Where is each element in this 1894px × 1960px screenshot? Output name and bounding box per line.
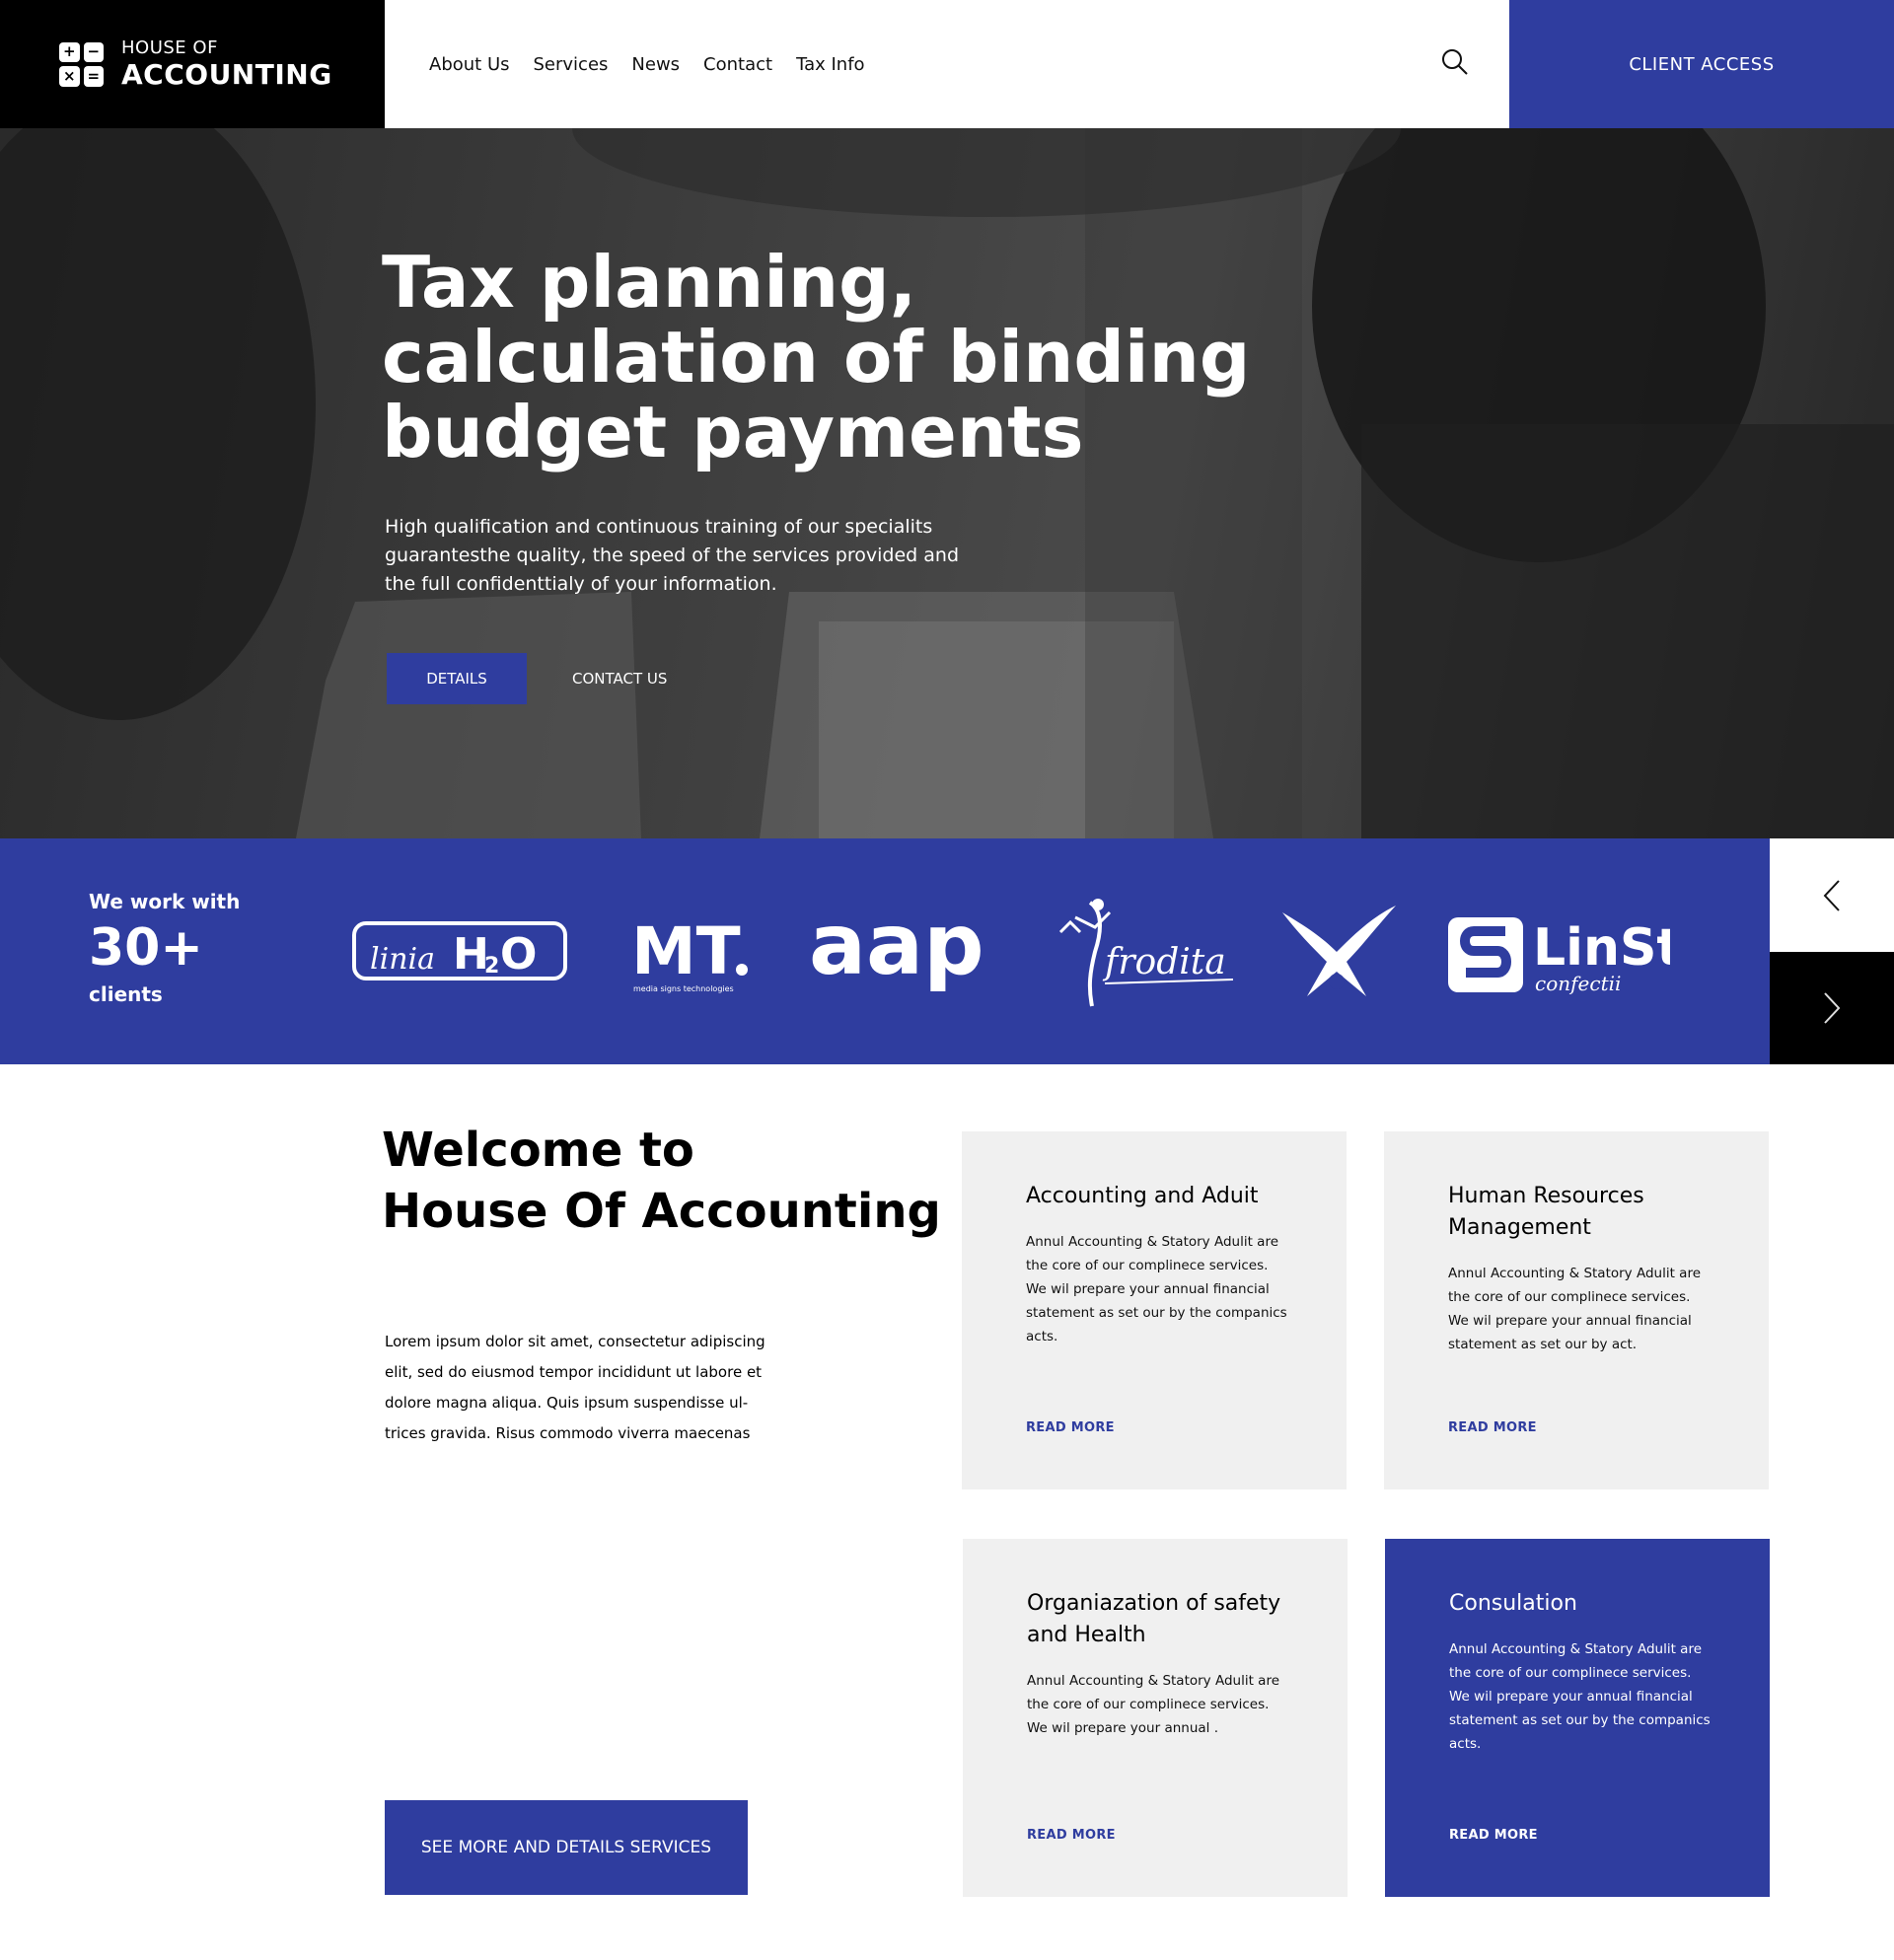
hero-title: Tax planning, calculation of binding bud… [382,241,1251,473]
nav-news[interactable]: News [631,54,680,75]
client-logo-aap: aap [809,896,1006,1002]
read-more-link[interactable]: READ MORE [1449,1828,1538,1843]
service-card-human-resources: Human Resources Management Annul Account… [1384,1131,1769,1489]
clients-count: 30+ [89,918,203,978]
service-card-title: Consulation [1449,1591,1577,1616]
service-card-title: Organiazation of safety and Health [1027,1591,1281,1647]
svg-text:confectii: confectii [1535,972,1621,995]
service-card-title: Accounting and Aduit [1026,1184,1259,1208]
client-logo-liniah2o: linia H 2 O [352,921,567,986]
read-more-link[interactable]: READ MORE [1026,1420,1115,1435]
clients-summary: We work with 30+ clients [89,890,240,1006]
calculator-icon: + − × = [59,41,104,87]
brand-name-bottom: ACCOUNTING [121,58,332,91]
hero-section: Tax planning, calculation of binding bud… [0,128,1894,838]
hero-title-line: budget payments [382,391,1084,473]
carousel-next-button[interactable] [1770,952,1894,1064]
brand-name: HOUSE OF ACCOUNTING [121,39,332,89]
brand-logo[interactable]: + − × = HOUSE OF ACCOUNTING [0,0,385,128]
service-card-title: Human Resources Management [1448,1184,1644,1240]
read-more-link[interactable]: READ MORE [1027,1828,1116,1843]
carousel-prev-button[interactable] [1770,838,1894,952]
welcome-title-line: House Of Accounting [382,1184,941,1239]
svg-text:linia: linia [370,942,435,977]
hero-title-line: Tax planning, [382,241,917,324]
search-icon [1442,49,1468,75]
welcome-title-line: Welcome to [382,1123,694,1178]
client-logo-mt: MT media signs technologies [631,912,755,1000]
chevron-right-icon [1824,992,1841,1024]
brand-name-top: HOUSE OF [121,37,218,58]
service-card-desc: Annul Accounting & Statory Adulit are th… [1026,1234,1287,1344]
nav-services[interactable]: Services [534,54,609,75]
welcome-text: Lorem ipsum dolor sit amet, consectetur … [385,1333,765,1442]
search-button[interactable] [1440,47,1470,77]
svg-text:O: O [500,929,537,980]
client-access-button[interactable]: CLIENT ACCESS [1509,0,1894,128]
nav-about-us[interactable]: About Us [429,54,510,75]
service-card-safety-health: Organiazation of safety and Health Annul… [963,1539,1348,1897]
clients-lead: We work with [89,890,241,913]
read-more-link[interactable]: READ MORE [1448,1420,1537,1435]
welcome-title: Welcome to House Of Accounting [382,1120,941,1242]
client-logo-bird [1277,898,1401,1010]
service-card-consultation: Consulation Annul Accounting & Statory A… [1385,1539,1770,1897]
svg-text:aap: aap [809,900,984,994]
svg-text:LinStil: LinStil [1533,918,1670,978]
nav-contact[interactable]: Contact [703,54,772,75]
hero-title-line: calculation of binding [382,316,1251,399]
client-logo-linstil: LinStil confectii [1448,909,1716,1002]
service-card-accounting: Accounting and Aduit Annul Accounting & … [962,1131,1347,1489]
see-more-services-button[interactable]: SEE MORE AND DETAILS SERVICES [385,1800,748,1895]
hero-subtitle: High qualification and continuous traini… [385,516,960,595]
hero-background-photo [0,128,1894,838]
service-card-desc: Annul Accounting & Statory Adulit are th… [1449,1641,1711,1752]
chevron-left-icon [1823,879,1840,911]
contact-us-button[interactable]: CONTACT US [572,653,667,704]
svg-text:media signs technologies: media signs technologies [633,984,734,993]
main-nav: About Us Services News Contact Tax Info [385,0,1509,128]
client-logo-afrodita: frodita [1051,893,1238,1020]
svg-text:2: 2 [484,954,499,979]
clients-tail: clients [89,982,163,1006]
nav-tax-info[interactable]: Tax Info [796,54,865,75]
clients-band: We work with 30+ clients linia H 2 O MT … [0,838,1770,1064]
site-header: + − × = HOUSE OF ACCOUNTING About Us Servic… [0,0,1894,128]
service-card-desc: Annul Accounting & Statory Adulit are th… [1027,1673,1279,1736]
svg-text:frodita: frodita [1102,942,1226,982]
details-button[interactable]: DETAILS [387,653,527,704]
svg-text:MT: MT [631,913,741,989]
service-card-desc: Annul Accounting & Statory Adulit are th… [1448,1266,1701,1352]
